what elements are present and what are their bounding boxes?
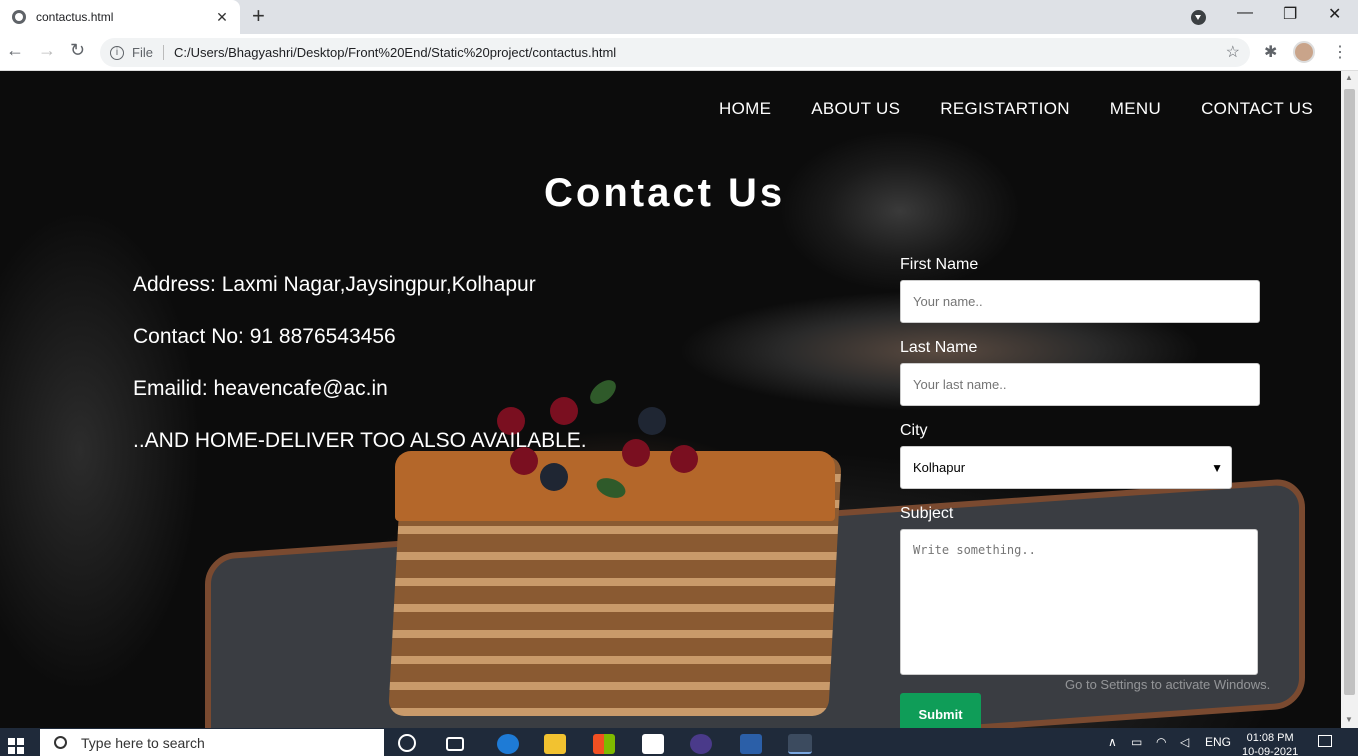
subject-label: Subject <box>900 505 954 522</box>
mail-icon[interactable] <box>642 734 664 754</box>
contact-number-text: Contact No: 91 8876543456 <box>133 325 396 348</box>
berry-decor <box>670 445 698 473</box>
battery-icon[interactable]: ▭ <box>1131 735 1142 749</box>
clock-date: 10-09-2021 <box>1242 746 1299 756</box>
nav-registration[interactable]: REGISTARTION <box>940 99 1070 119</box>
scroll-up-icon[interactable]: ▲ <box>1345 73 1353 82</box>
taskbar-search-box[interactable]: Type here to search <box>40 729 384 756</box>
chevron-down-icon: ▼ <box>1211 460 1223 475</box>
activate-windows-subtitle: Go to Settings to activate Windows. <box>1065 677 1271 692</box>
back-button[interactable]: ← <box>6 40 24 61</box>
browser-tab[interactable]: contactus.html ✕ <box>0 0 240 34</box>
nav-home[interactable]: HOME <box>719 99 771 119</box>
nav-about-us[interactable]: ABOUT US <box>811 99 900 119</box>
cortana-icon[interactable] <box>398 734 416 752</box>
close-window-button[interactable]: ✕ <box>1328 4 1341 24</box>
file-label: File <box>132 45 164 60</box>
email-text: Emailid: heavencafe@ac.in <box>133 377 388 400</box>
edge-icon[interactable] <box>497 734 519 754</box>
tab-strip: contactus.html ✕ + — ❐ ✕ <box>0 0 1358 34</box>
eclipse-icon[interactable] <box>690 734 712 754</box>
language-indicator[interactable]: ENG <box>1205 735 1231 749</box>
tray-chevron-up-icon[interactable]: ∧ <box>1108 735 1117 749</box>
windows-taskbar: Type here to search ∧ ▭ ◠ ◁ ENG 01:08 PM… <box>0 728 1358 756</box>
site-info-icon[interactable]: i <box>110 45 124 60</box>
city-select[interactable]: Kolhapur ▼ <box>900 446 1232 489</box>
file-explorer-icon[interactable] <box>544 734 566 754</box>
main-nav: HOME ABOUT US REGISTARTION MENU CONTACT … <box>719 99 1313 119</box>
clock-time: 01:08 PM <box>1246 732 1294 744</box>
first-name-label: First Name <box>900 256 979 273</box>
first-name-input[interactable]: Your name.. <box>900 280 1260 323</box>
minimize-button[interactable]: — <box>1237 4 1253 22</box>
volume-icon[interactable]: ◁ <box>1180 735 1189 749</box>
new-tab-button[interactable]: + <box>252 5 265 27</box>
profile-avatar[interactable] <box>1293 41 1315 63</box>
search-icon <box>54 736 67 749</box>
reload-button[interactable]: ↻ <box>70 40 85 61</box>
address-bar[interactable]: i File C:/Users/Bhagyashri/Desktop/Front… <box>100 38 1250 67</box>
city-select-value: Kolhapur <box>913 460 966 475</box>
page-viewport: HOME ABOUT US REGISTARTION MENU CONTACT … <box>0 71 1341 728</box>
taskbar-search-placeholder: Type here to search <box>81 734 205 751</box>
last-name-input[interactable]: Your last name.. <box>900 363 1260 406</box>
nav-contact-us[interactable]: CONTACT US <box>1201 99 1313 119</box>
page-scrollbar[interactable]: ▲ ▼ <box>1341 71 1358 728</box>
windows-start-icon[interactable] <box>8 738 24 754</box>
berry-decor <box>540 463 568 491</box>
address-text: Address: Laxmi Nagar,Jaysingpur,Kolhapur <box>133 273 536 296</box>
scrollbar-thumb[interactable] <box>1344 89 1355 695</box>
store-icon[interactable] <box>593 734 615 754</box>
chrome-icon[interactable] <box>788 734 812 754</box>
tab-search-icon[interactable] <box>1191 10 1206 25</box>
forward-button[interactable]: → <box>38 40 56 61</box>
tab-title: contactus.html <box>36 10 114 24</box>
extensions-icon[interactable]: ✱ <box>1264 42 1277 62</box>
page-title: Contact Us <box>544 171 786 215</box>
berry-decor <box>622 439 650 467</box>
bookmark-star-icon[interactable]: ☆ <box>1226 42 1240 62</box>
system-clock[interactable]: 01:08 PM 10-09-2021 <box>1242 731 1298 756</box>
tab-close-icon[interactable]: ✕ <box>210 9 234 26</box>
nav-menu[interactable]: MENU <box>1110 99 1161 119</box>
browser-menu-icon[interactable]: ⋮ <box>1332 42 1348 62</box>
task-view-icon[interactable] <box>446 737 464 751</box>
berry-decor <box>638 407 666 435</box>
maximize-button[interactable]: ❐ <box>1283 4 1297 24</box>
last-name-label: Last Name <box>900 339 978 356</box>
url-text[interactable]: C:/Users/Bhagyashri/Desktop/Front%20End/… <box>174 45 616 60</box>
scroll-down-icon[interactable]: ▼ <box>1345 715 1353 724</box>
leaf-decor <box>585 375 621 409</box>
notifications-icon[interactable] <box>1318 735 1332 747</box>
berry-decor <box>550 397 578 425</box>
vscode-icon[interactable] <box>740 734 762 754</box>
delivery-text: ..AND HOME-DELIVER TOO ALSO AVAILABLE. <box>133 429 587 452</box>
globe-icon <box>12 10 26 24</box>
activate-windows-title: Activate Windows <box>1065 652 1208 672</box>
city-label: City <box>900 422 928 439</box>
wifi-icon[interactable]: ◠ <box>1156 735 1166 749</box>
browser-toolbar: ← → ↻ i File C:/Users/Bhagyashri/Desktop… <box>0 34 1358 71</box>
submit-button[interactable]: Submit <box>900 693 981 728</box>
